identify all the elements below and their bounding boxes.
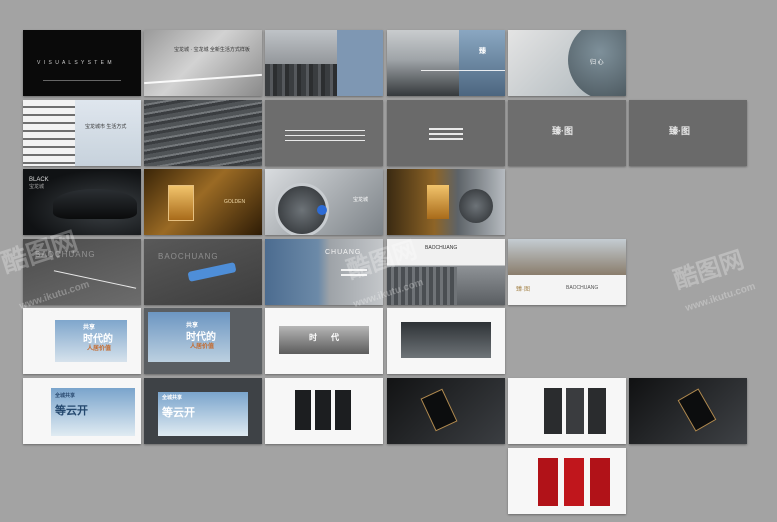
slide-r6c5[interactable] <box>508 378 626 444</box>
slide-r1c2[interactable]: 宝龙城 · 宝龙城 全新生活方式样板 <box>144 30 262 96</box>
slide-r6c4[interactable] <box>387 378 505 444</box>
blue-gem <box>317 205 327 215</box>
logo-stroke <box>341 274 367 276</box>
slide-r2c5[interactable]: 臻·图 <box>508 100 626 166</box>
slide-en-text: BAOCHUANG <box>425 245 458 251</box>
wave-line <box>53 270 137 289</box>
panel-image <box>295 390 311 430</box>
blue-panel <box>337 30 383 96</box>
slide-r6c1[interactable]: 全城共享 等云开 <box>23 378 141 444</box>
logo-stroke <box>429 128 463 130</box>
silk-line <box>144 73 262 85</box>
banner-image <box>279 326 369 354</box>
perfume-bottle-image <box>427 185 449 219</box>
slide-r1c4[interactable]: 臻 <box>387 30 505 96</box>
slide-en-text: CHUANG <box>325 249 362 256</box>
phone-image <box>677 388 717 432</box>
slide-r3c4[interactable] <box>387 169 505 235</box>
slide-r6c3[interactable] <box>265 378 383 444</box>
slide-en-text: BAOCHUANG <box>35 250 96 259</box>
slide-r5c3[interactable]: 时 代 <box>265 308 383 374</box>
slide-en-text: GOLDEN <box>224 199 246 205</box>
slide-cn-text: 臻 <box>479 48 486 55</box>
stage-image <box>401 322 491 358</box>
logo-stroke <box>429 138 463 140</box>
slide-r1c3[interactable] <box>265 30 383 96</box>
watermark-domain: www.ikutu.com <box>684 280 757 315</box>
slide-cn-text: 时 <box>309 333 317 342</box>
panel-image <box>544 388 562 434</box>
wave-line <box>285 135 365 136</box>
slide-r4c1[interactable]: BAOCHUANG <box>23 239 141 305</box>
red-poster-image <box>564 458 584 506</box>
slide-cn-text: 人居价值 <box>87 346 112 352</box>
blue-object-image <box>187 262 237 282</box>
slide-r3c2[interactable]: GOLDEN <box>144 169 262 235</box>
slide-r5c4[interactable] <box>387 308 505 374</box>
slide-r1c1[interactable]: V I S U A L S Y S T E M <box>23 30 141 96</box>
slide-sub-text: 宝龙城 <box>29 184 45 190</box>
slide-logo-text: V I S U A L S Y S T E M <box>37 60 113 66</box>
slide-r2c6[interactable]: 臻·图 <box>629 100 747 166</box>
slide-cn-text: 全城共享 <box>55 393 76 399</box>
divider <box>43 80 121 81</box>
car-image <box>53 189 137 219</box>
red-poster-image <box>590 458 610 506</box>
slide-logo: 臻·图 <box>552 126 573 136</box>
slide-r3c3[interactable]: 宝龙城 <box>265 169 383 235</box>
slide-cn-text: 等云开 <box>55 405 88 417</box>
slide-r7c5[interactable] <box>508 448 626 514</box>
interior-image <box>508 239 626 275</box>
phone-image <box>420 388 458 432</box>
slide-r5c1[interactable]: 共享 时代的 人居价值 <box>23 308 141 374</box>
slide-r4c4[interactable]: BAOCHUANG <box>387 239 505 305</box>
slide-en-text: BAOCHUANG <box>566 285 599 291</box>
slide-r2c4[interactable] <box>387 100 505 166</box>
city-skyline-image <box>265 64 337 96</box>
building-image <box>23 100 75 166</box>
slide-r3c1[interactable]: BLACK 宝龙城 <box>23 169 141 235</box>
slide-r6c2[interactable]: 全城共享 等云开 <box>144 378 262 444</box>
slide-r6c6[interactable] <box>629 378 747 444</box>
slide-logo: 臻·图 <box>669 126 690 136</box>
wave-line <box>285 140 365 141</box>
slide-cn-text: 人居价值 <box>190 344 215 350</box>
presentation-board: V I S U A L S Y S T E M 宝龙城 · 宝龙城 全新生活方式… <box>0 0 777 522</box>
slide-r1c5[interactable]: 归 心 <box>508 30 626 96</box>
horizon-line <box>421 70 505 71</box>
slide-r4c5[interactable]: 臻·图 BAOCHUANG <box>508 239 626 305</box>
slide-cn-text: 宝龙城市 生活方式 <box>85 124 127 130</box>
slide-r4c2[interactable]: BAOCHUANG <box>144 239 262 305</box>
slide-en-text: BLACK <box>29 177 49 183</box>
logo-stroke <box>429 133 463 135</box>
slide-r5c2[interactable]: 共享 时代的 人居价值 <box>144 308 262 374</box>
slide-cn-text: 宝龙城 <box>353 197 369 203</box>
blue-panel <box>459 30 505 96</box>
city-view-image <box>387 267 457 305</box>
slide-title: 宝龙城 · 宝龙城 全新生活方式样板 <box>174 47 250 53</box>
slide-cn-text: 全城共享 <box>162 395 183 401</box>
slide-r4c3[interactable]: CHUANG <box>265 239 383 305</box>
wave-line <box>285 130 365 131</box>
slide-cn-text: 等云开 <box>162 407 195 419</box>
watch-image <box>459 189 493 223</box>
watermark-brand: 酷图网 <box>670 246 748 295</box>
slide-r2c1[interactable]: 宝龙城市 生活方式 <box>23 100 141 166</box>
perfume-bottle-image <box>168 185 194 221</box>
slide-cn-text: 归 心 <box>590 60 604 66</box>
slide-en-text: BAOCHUANG <box>158 252 219 261</box>
slide-cn-text: 代 <box>331 333 339 342</box>
slide-r2c2[interactable] <box>144 100 262 166</box>
red-poster-image <box>538 458 558 506</box>
panel-image <box>566 388 584 434</box>
panel-image <box>335 390 351 430</box>
panel-image <box>588 388 606 434</box>
panel-image <box>315 390 331 430</box>
slide-logo: 臻·图 <box>516 287 530 293</box>
slide-r2c3[interactable] <box>265 100 383 166</box>
logo-stroke <box>341 269 367 271</box>
